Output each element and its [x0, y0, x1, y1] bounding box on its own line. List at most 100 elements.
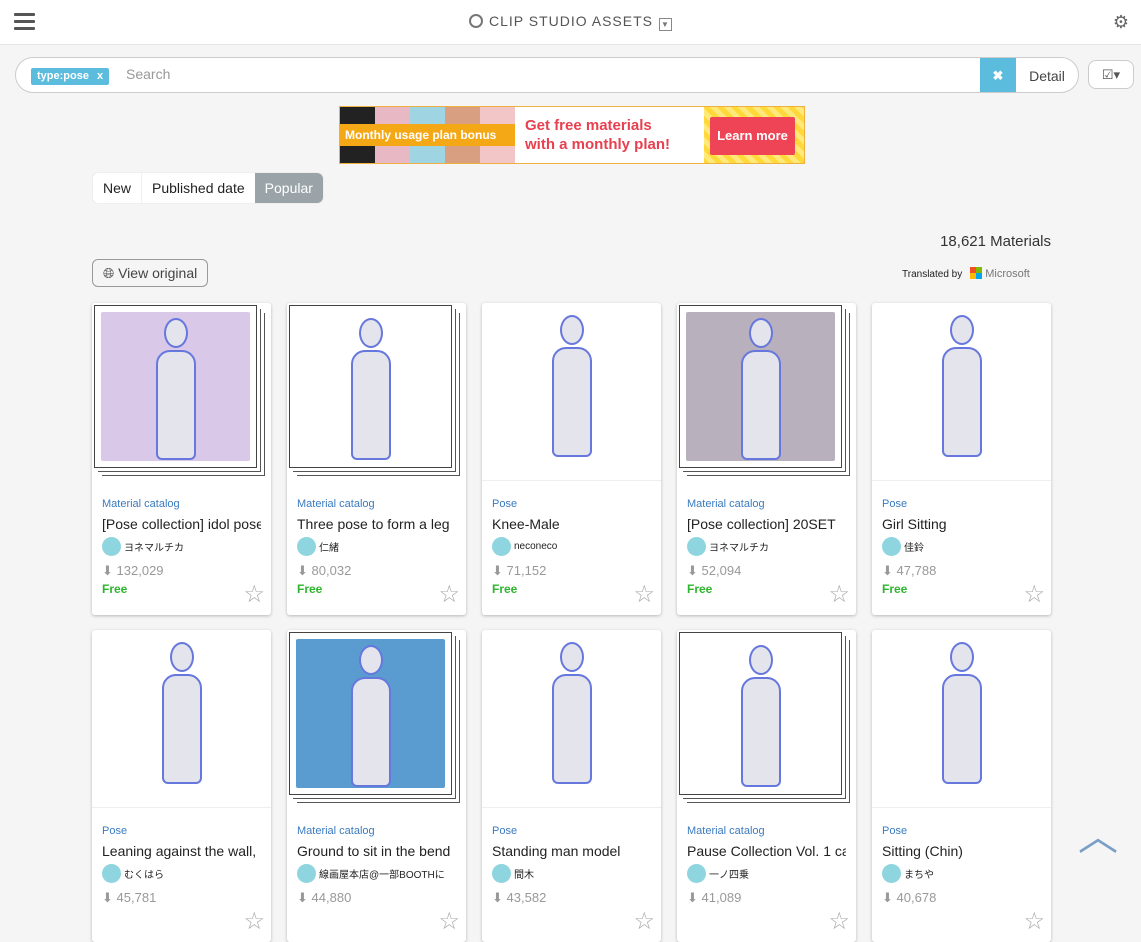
author[interactable]: 仁緒 — [297, 537, 456, 556]
author[interactable]: 佳鈴 — [882, 537, 1041, 556]
promo-banner[interactable]: Monthly usage plan bonus Get free materi… — [339, 106, 805, 164]
avatar — [297, 537, 316, 556]
material-card[interactable]: Pose Sitting (Chin) まちや ⬇︎ 40,678 ☆ — [872, 630, 1051, 942]
avatar — [687, 864, 706, 883]
app-title[interactable]: CLIP STUDIO ASSETS ▼ — [0, 13, 1141, 31]
download-count: ⬇︎ 71,152 — [492, 563, 547, 578]
author[interactable]: まちや — [882, 864, 1041, 883]
material-category[interactable]: Pose — [882, 825, 1041, 837]
material-title[interactable]: Standing man model — [492, 843, 651, 859]
material-card[interactable]: Material catalog Three pose to form a le… — [287, 303, 466, 615]
avatar — [102, 864, 121, 883]
clip-studio-logo-icon — [468, 14, 483, 28]
material-title[interactable]: Knee-Male — [492, 516, 651, 532]
author[interactable]: 間木 — [492, 864, 651, 883]
favorite-star-icon[interactable]: ☆ — [1023, 580, 1045, 609]
avatar — [492, 864, 511, 883]
download-count: ⬇︎ 40,678 — [882, 890, 937, 905]
pose-figure — [341, 318, 401, 467]
material-category[interactable]: Pose — [492, 498, 651, 510]
favorite-star-icon[interactable]: ☆ — [828, 580, 850, 609]
scroll-to-top-button[interactable]: ︿ — [1068, 800, 1128, 875]
material-card[interactable]: Material catalog [Pose collection] idol … — [92, 303, 271, 615]
price: Free — [687, 582, 713, 596]
pose-figure — [731, 318, 791, 467]
material-thumbnail[interactable] — [482, 630, 661, 808]
sort-published-date[interactable]: Published date — [141, 173, 255, 203]
sort-popular[interactable]: Popular — [254, 173, 323, 203]
material-thumbnail[interactable] — [872, 303, 1051, 481]
pose-figure — [932, 642, 992, 792]
download-count: ⬇︎ 43,582 — [492, 890, 547, 905]
price: Free — [882, 582, 908, 596]
favorite-star-icon[interactable]: ☆ — [243, 580, 265, 609]
view-original-button[interactable]: 🌐︎ View original — [92, 259, 209, 287]
material-title[interactable]: Sitting (Chin) — [882, 843, 1041, 859]
material-category[interactable]: Material catalog — [687, 825, 846, 837]
remove-tag-button[interactable]: x — [97, 70, 103, 82]
material-card[interactable]: Material catalog Pause Collection Vol. 1… — [677, 630, 856, 942]
favorite-star-icon[interactable]: ☆ — [633, 907, 655, 936]
select-mode-button[interactable]: ☑▾ — [1088, 60, 1134, 89]
learn-more-button[interactable]: Learn more — [710, 117, 795, 155]
materials-count: 18,621 Materials — [940, 233, 1051, 250]
material-title[interactable]: Leaning against the wall, I — [102, 843, 261, 859]
material-title[interactable]: Three pose to form a leg — [297, 516, 456, 532]
download-icon: ⬇︎ — [102, 890, 113, 905]
favorite-star-icon[interactable]: ☆ — [438, 907, 460, 936]
material-category[interactable]: Material catalog — [687, 498, 846, 510]
material-card[interactable]: Pose Girl Sitting 佳鈴 ⬇︎ 47,788 Free ☆ — [872, 303, 1051, 615]
favorite-star-icon[interactable]: ☆ — [438, 580, 460, 609]
author[interactable]: 一ノ四乗 — [687, 864, 846, 883]
material-card[interactable]: Pose Leaning against the wall, I むくはら ⬇︎… — [92, 630, 271, 942]
download-count: ⬇︎ 132,029 — [102, 563, 164, 578]
author[interactable]: むくはら — [102, 864, 261, 883]
material-card[interactable]: Material catalog [Pose collection] 20SET… — [677, 303, 856, 615]
material-title[interactable]: Ground to sit in the bend — [297, 843, 456, 859]
material-thumbnail[interactable] — [94, 305, 257, 468]
material-card[interactable]: Pose Knee-Male neconeco ⬇︎ 71,152 Free ☆ — [482, 303, 661, 615]
author[interactable]: ヨネマルチカ — [687, 537, 846, 556]
material-category[interactable]: Material catalog — [102, 498, 261, 510]
material-thumbnail[interactable] — [289, 632, 452, 795]
sort-tabs: New Published date Popular — [93, 173, 323, 203]
author[interactable]: 線画屋本店@一部BOOTHに — [297, 864, 456, 883]
material-title[interactable]: [Pose collection] 20SET — [687, 516, 846, 532]
pose-figure — [341, 645, 401, 794]
gear-icon[interactable]: ⚙ — [1113, 12, 1129, 33]
detail-search-button[interactable]: Detail — [1016, 58, 1078, 92]
material-thumbnail[interactable] — [872, 630, 1051, 808]
material-title[interactable]: [Pose collection] idol pose — [102, 516, 261, 532]
download-icon: ⬇︎ — [297, 890, 308, 905]
search-bar: type:posex ✖ Detail — [15, 57, 1079, 93]
search-input[interactable] — [126, 66, 966, 82]
material-thumbnail[interactable] — [289, 305, 452, 468]
material-thumbnail[interactable] — [679, 305, 842, 468]
material-category[interactable]: Material catalog — [297, 825, 456, 837]
material-category[interactable]: Pose — [492, 825, 651, 837]
material-thumbnail[interactable] — [92, 630, 271, 808]
author[interactable]: ヨネマルチカ — [102, 537, 261, 556]
download-icon: ⬇︎ — [297, 563, 308, 578]
clear-search-button[interactable]: ✖ — [980, 58, 1016, 92]
material-card[interactable]: Material catalog Ground to sit in the be… — [287, 630, 466, 942]
material-category[interactable]: Material catalog — [297, 498, 456, 510]
material-category[interactable]: Pose — [102, 825, 261, 837]
author[interactable]: neconeco — [492, 537, 651, 556]
translation-credit: Translated by Microsoft — [902, 267, 1030, 280]
material-thumbnail[interactable] — [482, 303, 661, 481]
favorite-star-icon[interactable]: ☆ — [243, 907, 265, 936]
material-category[interactable]: Pose — [882, 498, 1041, 510]
material-title[interactable]: Girl Sitting — [882, 516, 1041, 532]
material-card[interactable]: Pose Standing man model 間木 ⬇︎ 43,582 ☆ — [482, 630, 661, 942]
avatar — [882, 537, 901, 556]
favorite-star-icon[interactable]: ☆ — [1023, 907, 1045, 936]
dropdown-icon[interactable]: ▼ — [659, 18, 672, 31]
material-title[interactable]: Pause Collection Vol. 1 can — [687, 843, 846, 859]
filter-tag: type:pose x — [31, 68, 110, 85]
sort-new[interactable]: New — [93, 173, 141, 203]
favorite-star-icon[interactable]: ☆ — [828, 907, 850, 936]
favorite-star-icon[interactable]: ☆ — [633, 580, 655, 609]
download-icon: ⬇︎ — [882, 563, 893, 578]
material-thumbnail[interactable] — [679, 632, 842, 795]
